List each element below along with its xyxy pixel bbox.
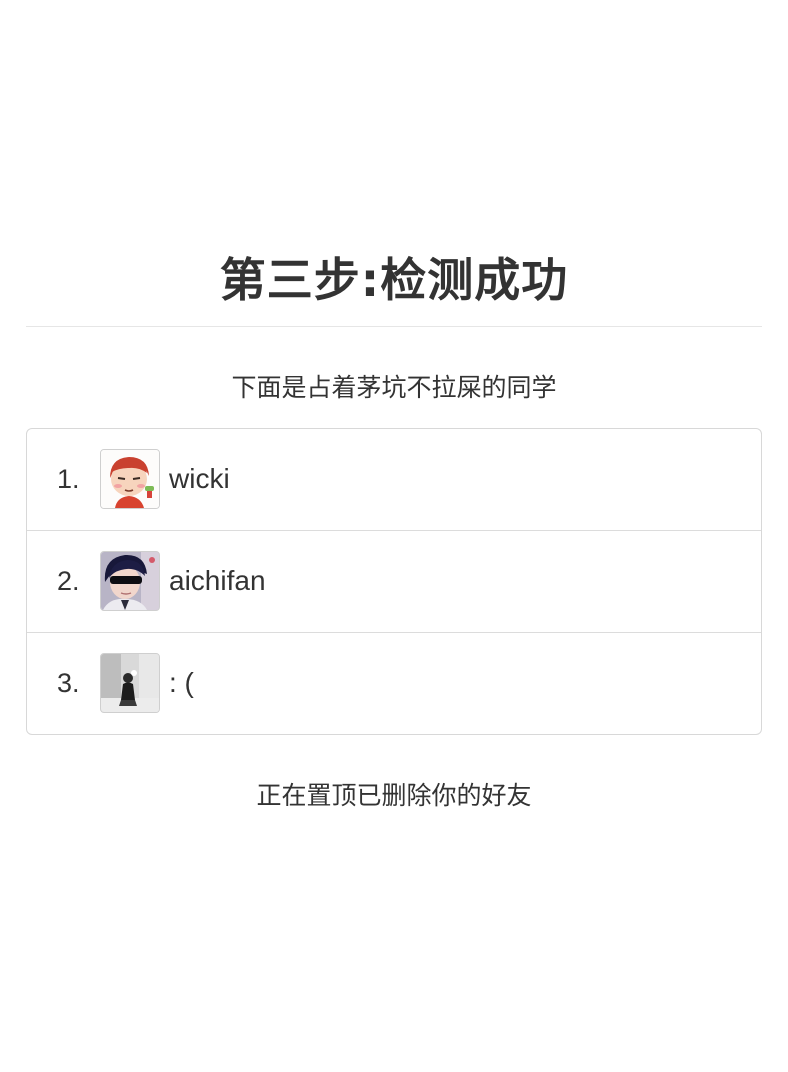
item-index: 1. [57, 464, 80, 494]
friend-name: : ( [169, 667, 194, 698]
status-text: 正在置顶已删除你的好友 [256, 781, 532, 810]
friend-name: aichifan [169, 565, 266, 596]
subtitle: 下面是占着茅坑不拉屎的同学 [231, 373, 557, 402]
cartoon-boy-avatar-icon [100, 449, 160, 509]
list-item[interactable]: 3. : ( [27, 633, 761, 734]
list-item[interactable]: 2. aichifan [27, 531, 761, 633]
title-divider [26, 326, 762, 327]
item-index: 2. [57, 566, 80, 596]
anime-man-sunglasses-avatar-icon [100, 551, 160, 611]
friend-list: 1. wicki 2. aichifan 3.: ( [26, 428, 762, 735]
person-photo-avatar-icon [100, 653, 160, 713]
friend-name: wicki [169, 463, 230, 494]
page-title: 第三步:检测成功 [219, 253, 569, 307]
list-item[interactable]: 1. wicki [27, 429, 761, 531]
item-index: 3. [57, 668, 80, 698]
